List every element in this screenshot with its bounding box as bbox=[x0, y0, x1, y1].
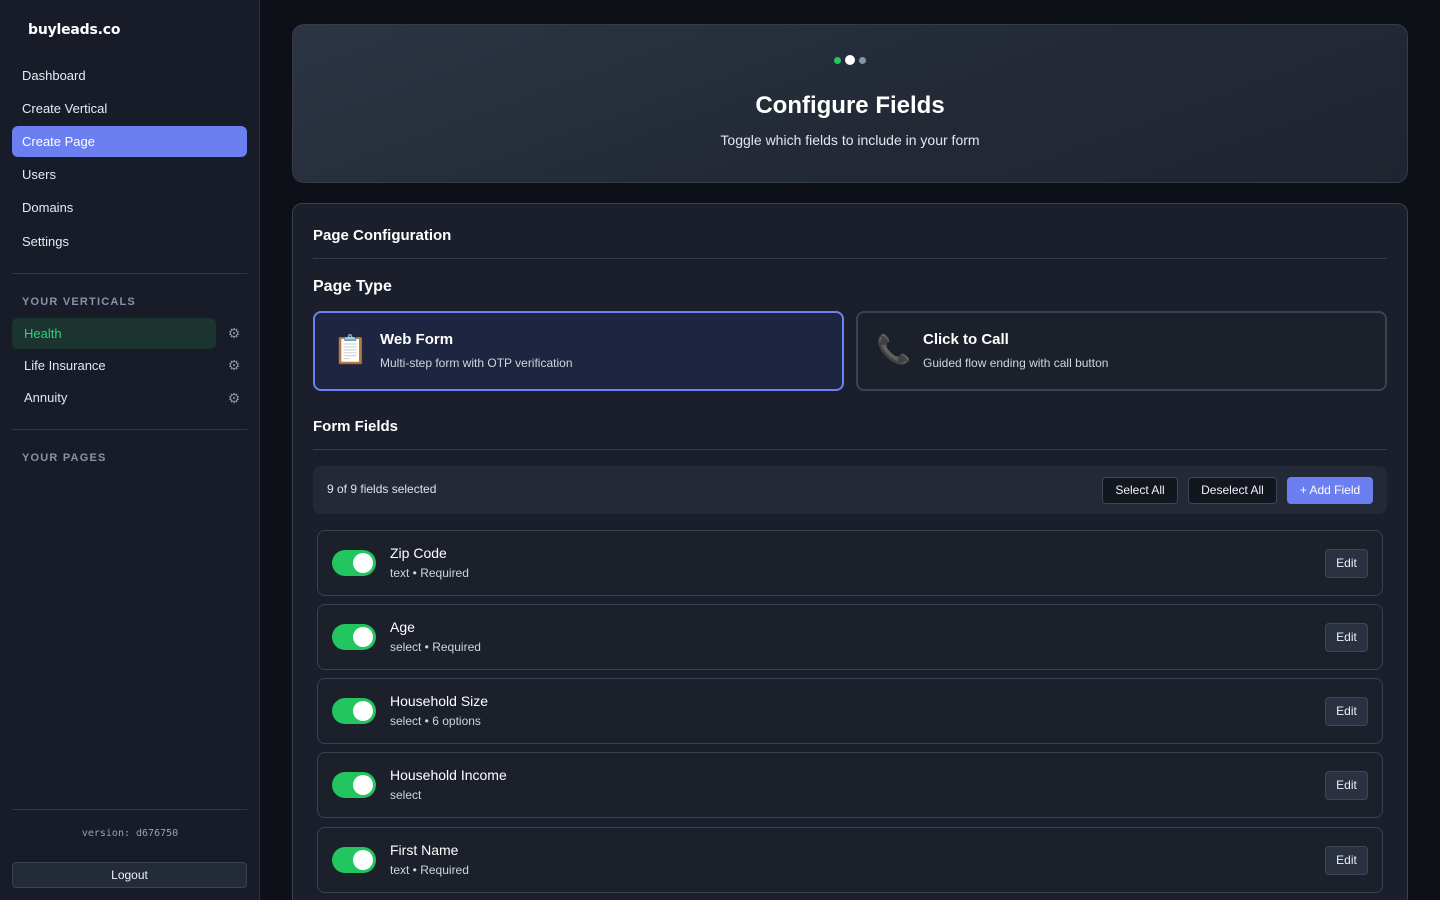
vertical-item-annuity[interactable]: Annuity bbox=[12, 382, 216, 413]
pages-heading: YOUR PAGES bbox=[22, 452, 107, 464]
sidebar-divider bbox=[12, 273, 247, 274]
sidebar-divider bbox=[12, 429, 247, 430]
edit-field-button[interactable]: Edit bbox=[1325, 771, 1368, 800]
toggle-knob bbox=[353, 627, 373, 647]
page-title: Configure Fields bbox=[755, 92, 945, 119]
toggle-knob bbox=[353, 850, 373, 870]
brand-logo[interactable]: buyleads.co bbox=[28, 22, 120, 38]
edit-field-button[interactable]: Edit bbox=[1325, 549, 1368, 578]
page-type-heading: Page Type bbox=[313, 278, 392, 295]
field-toggle[interactable] bbox=[332, 624, 376, 650]
gear-icon[interactable]: ⚙ bbox=[226, 325, 242, 341]
page-configuration-card: Page Configuration Page Type 📋 Web Form … bbox=[292, 203, 1408, 900]
field-meta: text • Required bbox=[390, 863, 469, 877]
edit-field-button[interactable]: Edit bbox=[1325, 697, 1368, 726]
gear-icon[interactable]: ⚙ bbox=[226, 390, 242, 406]
field-toggle[interactable] bbox=[332, 550, 376, 576]
fields-toolbar: 9 of 9 fields selected Select All Desele… bbox=[313, 466, 1387, 514]
step-dot-current bbox=[845, 55, 855, 65]
page-type-title: Web Form bbox=[380, 331, 454, 348]
field-name: Zip Code bbox=[390, 545, 447, 561]
sidebar: buyleads.co Dashboard Create Vertical Cr… bbox=[0, 0, 260, 900]
field-meta: text • Required bbox=[390, 566, 469, 580]
step-dot-pending bbox=[859, 56, 866, 64]
selection-count: 9 of 9 fields selected bbox=[327, 482, 437, 496]
add-field-button[interactable]: + Add Field bbox=[1287, 477, 1373, 504]
field-toggle[interactable] bbox=[332, 847, 376, 873]
step-indicator bbox=[293, 55, 1407, 65]
nav-item-dashboard[interactable]: Dashboard bbox=[12, 60, 247, 91]
nav-item-users[interactable]: Users bbox=[12, 159, 247, 190]
field-toggle[interactable] bbox=[332, 698, 376, 724]
field-name: Household Size bbox=[390, 693, 489, 709]
field-row: Household Income select Edit bbox=[317, 752, 1383, 818]
edit-field-button[interactable]: Edit bbox=[1325, 623, 1368, 652]
wizard-header: Configure Fields Toggle which fields to … bbox=[292, 24, 1408, 183]
select-all-button[interactable]: Select All bbox=[1102, 477, 1178, 504]
field-meta: select • 6 options bbox=[390, 714, 481, 728]
page-type-description: Multi-step form with OTP verification bbox=[380, 356, 573, 370]
toggle-knob bbox=[353, 775, 373, 795]
version-label: version: d676750 bbox=[81, 828, 179, 839]
field-meta: select bbox=[390, 788, 422, 802]
deselect-all-button[interactable]: Deselect All bbox=[1188, 477, 1277, 504]
toggle-knob bbox=[353, 701, 373, 721]
clipboard-icon: 📋 bbox=[333, 334, 368, 365]
form-fields-heading: Form Fields bbox=[313, 418, 399, 435]
nav-item-domains[interactable]: Domains bbox=[12, 192, 247, 223]
vertical-item-life-insurance[interactable]: Life Insurance bbox=[12, 350, 216, 381]
field-row: Household Size select • 6 options Edit bbox=[317, 678, 1383, 744]
sidebar-divider bbox=[12, 809, 247, 810]
edit-field-button[interactable]: Edit bbox=[1325, 846, 1368, 875]
page-type-click-to-call[interactable]: 📞 Click to Call Guided flow ending with … bbox=[856, 311, 1387, 391]
field-row: First Name text • Required Edit bbox=[317, 827, 1383, 893]
phone-icon: 📞 bbox=[876, 334, 911, 365]
nav-item-settings[interactable]: Settings bbox=[12, 226, 247, 257]
toggle-knob bbox=[353, 553, 373, 573]
field-meta: select • Required bbox=[390, 640, 481, 654]
page-type-title: Click to Call bbox=[923, 331, 1009, 348]
field-toggle[interactable] bbox=[332, 772, 376, 798]
field-name: Age bbox=[390, 619, 415, 635]
field-name: Household Income bbox=[390, 767, 507, 783]
logout-button[interactable]: Logout bbox=[12, 862, 247, 888]
page-subtitle: Toggle which fields to include in your f… bbox=[720, 132, 980, 148]
vertical-item-health[interactable]: Health bbox=[12, 318, 216, 349]
field-row: Age select • Required Edit bbox=[317, 604, 1383, 670]
section-divider bbox=[313, 449, 1387, 450]
page-type-web-form[interactable]: 📋 Web Form Multi-step form with OTP veri… bbox=[313, 311, 844, 391]
config-heading: Page Configuration bbox=[313, 227, 452, 244]
nav-item-create-vertical[interactable]: Create Vertical bbox=[12, 93, 247, 124]
verticals-heading: YOUR VERTICALS bbox=[22, 296, 136, 308]
field-row: Zip Code text • Required Edit bbox=[317, 530, 1383, 596]
page-type-description: Guided flow ending with call button bbox=[923, 356, 1109, 370]
field-name: First Name bbox=[390, 842, 459, 858]
gear-icon[interactable]: ⚙ bbox=[226, 357, 242, 373]
section-divider bbox=[313, 258, 1387, 259]
step-dot-complete bbox=[834, 56, 841, 64]
nav-item-create-page[interactable]: Create Page bbox=[12, 126, 247, 157]
